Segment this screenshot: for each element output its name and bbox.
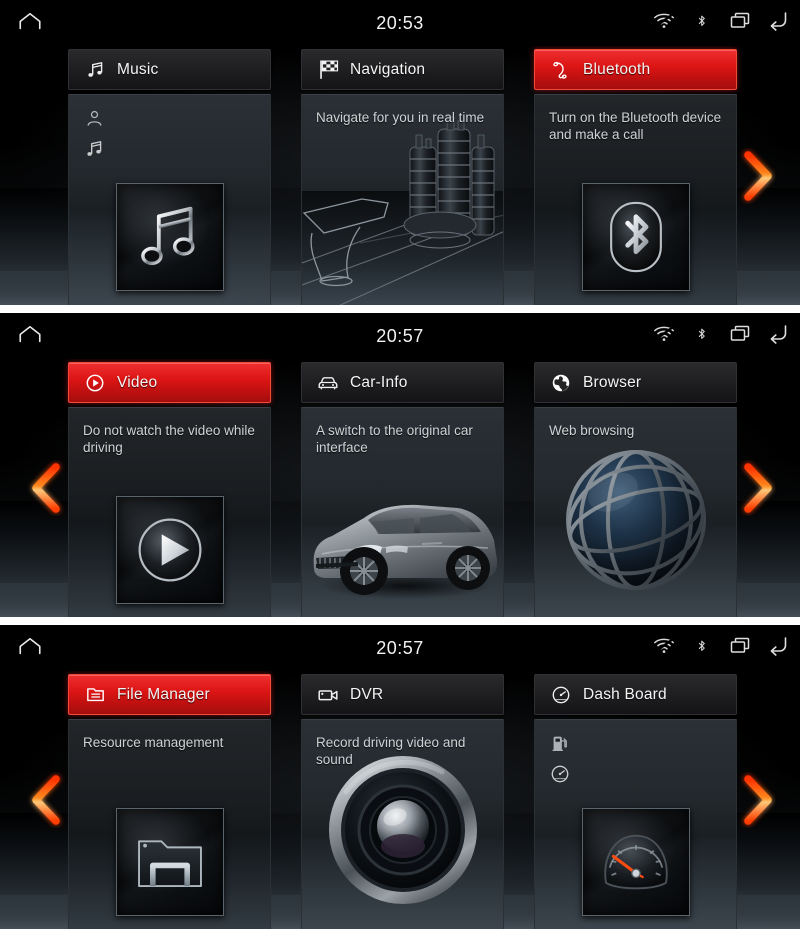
play-button-thumb[interactable] xyxy=(115,496,224,604)
app-card-header[interactable]: Car-Info xyxy=(301,362,504,403)
launcher-panel: 20:57 Video Do not watch the video while… xyxy=(0,313,800,617)
card-description: Do not watch the video while driving xyxy=(83,423,255,455)
card-mini-icons xyxy=(549,732,571,785)
app-card-body[interactable] xyxy=(68,94,271,305)
app-card-title: Bluetooth xyxy=(583,60,651,78)
person-icon xyxy=(83,107,105,129)
app-stage: Music Navigation Navigate for you in rea… xyxy=(0,46,800,305)
app-card-row: File Manager Resource management DVR Rec… xyxy=(0,671,800,929)
prev-page-arrow[interactable] xyxy=(26,459,68,517)
music-note-icon xyxy=(83,138,105,160)
wifi-icon xyxy=(652,321,676,347)
card-description: Resource management xyxy=(83,735,224,750)
app-card-title: File Manager xyxy=(117,685,210,703)
app-card[interactable]: Navigation Navigate for you in real time xyxy=(301,49,504,305)
bluetooth-thumb[interactable] xyxy=(581,183,690,291)
card-description: A switch to the original car interface xyxy=(316,423,473,455)
card-description: Navigate for you in real time xyxy=(316,110,485,125)
folder-thumb[interactable] xyxy=(115,808,224,916)
status-bar: 20:57 xyxy=(0,625,800,671)
prev-page-arrow[interactable] xyxy=(26,771,68,829)
file-icon xyxy=(83,683,107,707)
app-card-header[interactable]: Navigation xyxy=(301,49,504,90)
fuel-pump-icon xyxy=(549,732,571,754)
wifi-icon xyxy=(652,633,676,659)
car-front-icon xyxy=(316,371,340,395)
next-page-arrow[interactable] xyxy=(736,771,778,829)
app-card-header[interactable]: Browser xyxy=(534,362,737,403)
card-mini-icons xyxy=(83,107,105,160)
status-bar: 20:53 xyxy=(0,0,800,46)
app-card[interactable]: DVR Record driving video and sound xyxy=(301,674,504,929)
card-description: Turn on the Bluetooth device and make a … xyxy=(549,110,722,142)
app-card-body[interactable]: Web browsing xyxy=(534,407,737,617)
status-icons xyxy=(652,8,790,34)
app-card-body[interactable]: A switch to the original car interface xyxy=(301,407,504,617)
launcher-panel: 20:53 Music Navigation Navigate for you … xyxy=(0,0,800,305)
music-note-icon xyxy=(83,58,107,82)
app-card[interactable]: File Manager Resource management xyxy=(68,674,271,929)
app-card[interactable]: Dash Board xyxy=(534,674,737,929)
phone-handset-icon xyxy=(549,58,573,82)
app-card-header[interactable]: DVR xyxy=(301,674,504,715)
app-card-header[interactable]: Music xyxy=(68,49,271,90)
card-description: Web browsing xyxy=(549,423,635,438)
bluetooth-icon xyxy=(690,321,714,347)
app-card[interactable]: Browser Web browsing xyxy=(534,362,737,617)
city-skyline-art xyxy=(302,95,503,305)
launcher-panel: 20:57 File Manager Resource management D… xyxy=(0,625,800,929)
checkered-flag-icon xyxy=(316,58,340,82)
app-card-header[interactable]: Bluetooth xyxy=(534,49,737,90)
back-icon xyxy=(766,321,790,347)
status-bar: 20:57 xyxy=(0,313,800,359)
next-page-arrow[interactable] xyxy=(736,147,778,205)
app-card-body[interactable]: Turn on the Bluetooth device and make a … xyxy=(534,94,737,305)
music-note-thumb[interactable] xyxy=(115,183,224,291)
app-card-title: Browser xyxy=(583,373,642,391)
play-circle-icon xyxy=(83,371,107,395)
app-card-title: DVR xyxy=(350,685,384,703)
app-card-header[interactable]: Video xyxy=(68,362,271,403)
video-camera-icon xyxy=(316,683,340,707)
app-card-header[interactable]: File Manager xyxy=(68,674,271,715)
next-page-arrow[interactable] xyxy=(736,459,778,517)
bluetooth-icon xyxy=(690,8,714,34)
app-card-row: Video Do not watch the video while drivi… xyxy=(0,359,800,617)
app-card-title: Dash Board xyxy=(583,685,667,703)
app-card-body[interactable]: Do not watch the video while driving xyxy=(68,407,271,617)
app-card[interactable]: Music xyxy=(68,49,271,305)
app-card-body[interactable]: Navigate for you in real time xyxy=(301,94,504,305)
back-icon xyxy=(766,633,790,659)
globe-art xyxy=(535,408,736,617)
app-card-body[interactable]: Resource management xyxy=(68,719,271,929)
status-icons xyxy=(652,321,790,347)
launcher-page-stack: 20:53 Music Navigation Navigate for you … xyxy=(0,0,800,936)
app-card-title: Navigation xyxy=(350,60,426,78)
app-card-title: Video xyxy=(117,373,158,391)
app-card-title: Car-Info xyxy=(350,373,408,391)
speedometer-thumb[interactable] xyxy=(581,808,690,916)
card-description: Record driving video and sound xyxy=(316,735,466,767)
back-icon xyxy=(766,8,790,34)
gauge-icon xyxy=(549,763,571,785)
recent-apps-icon xyxy=(728,633,752,659)
app-card-title: Music xyxy=(117,60,159,78)
gauge-icon xyxy=(549,683,573,707)
globe-icon xyxy=(549,371,573,395)
app-card-body[interactable] xyxy=(534,719,737,929)
wifi-icon xyxy=(652,8,676,34)
bluetooth-icon xyxy=(690,633,714,659)
app-card[interactable]: Video Do not watch the video while drivi… xyxy=(68,362,271,617)
recent-apps-icon xyxy=(728,8,752,34)
app-card-row: Music Navigation Navigate for you in rea… xyxy=(0,46,800,305)
app-card-header[interactable]: Dash Board xyxy=(534,674,737,715)
app-card[interactable]: Car-Info A switch to the original car in… xyxy=(301,362,504,617)
app-card[interactable]: Bluetooth Turn on the Bluetooth device a… xyxy=(534,49,737,305)
app-stage: Video Do not watch the video while drivi… xyxy=(0,359,800,617)
app-stage: File Manager Resource management DVR Rec… xyxy=(0,671,800,929)
recent-apps-icon xyxy=(728,321,752,347)
status-icons xyxy=(652,633,790,659)
app-card-body[interactable]: Record driving video and sound xyxy=(301,719,504,929)
